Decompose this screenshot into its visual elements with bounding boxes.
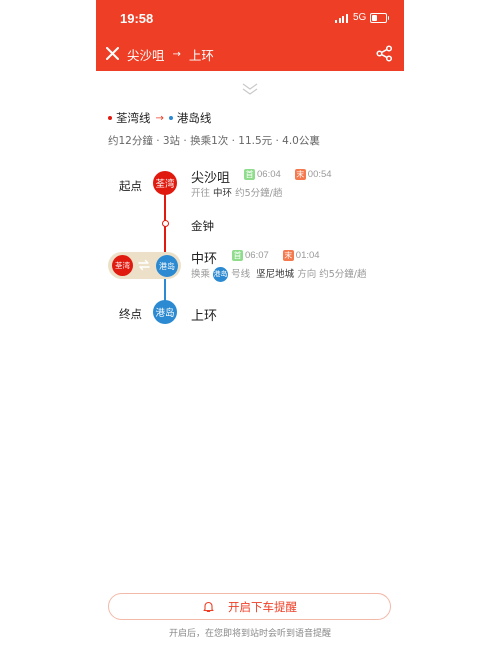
end-station-badge: 港岛 — [153, 300, 177, 324]
line-suffix: 号线 — [231, 269, 251, 280]
first-train-time: 06:04 — [257, 169, 281, 180]
expand-chevron-icon[interactable] — [241, 82, 259, 96]
direction-label: 方向 — [297, 269, 317, 280]
start-station-name[interactable]: 尖沙咀 — [191, 167, 230, 186]
share-icon[interactable] — [376, 45, 393, 62]
start-station-badge: 荃湾 — [153, 171, 177, 195]
line1-name: 荃湾线 — [116, 111, 151, 125]
mid-station-name[interactable]: 金钟 — [191, 218, 214, 234]
signal-icon — [335, 14, 349, 23]
mid-stop-dot — [162, 220, 169, 227]
last-train-tag: 末 — [294, 169, 306, 180]
start-label: 起点 — [119, 179, 142, 193]
start-station-times: 首 06:04 末 00:54 — [244, 169, 332, 180]
battery-icon — [370, 13, 389, 23]
frequency: 约5分鐘/趟 — [319, 269, 367, 280]
first-train-tag: 首 — [232, 250, 243, 261]
route-arrow: → — [172, 49, 181, 60]
last-train-time: 00:54 — [307, 169, 332, 180]
bell-icon — [203, 601, 214, 613]
phone-screen: 19:58 5G 尖沙咀 → 上环 荃湾线 → 港岛线 约12分鐘 · 3站 ·… — [96, 0, 404, 652]
end-station-name[interactable]: 上环 — [191, 305, 217, 324]
transfer-station-times: 首 06:07 末 01:04 — [232, 250, 320, 261]
direction-station: 坚尼地城 — [256, 269, 295, 280]
transfer-to-badge: 港岛 — [156, 255, 178, 277]
toward-station: 中环 — [213, 188, 233, 199]
transfer-station-name[interactable]: 中环 — [191, 248, 217, 267]
line2-name: 港岛线 — [176, 111, 212, 125]
line1-dot — [108, 116, 112, 120]
alight-reminder-button[interactable]: 开启下车提醒 — [108, 593, 391, 620]
app-header: 19:58 5G 尖沙咀 → 上环 — [96, 0, 404, 71]
line2-dot — [168, 116, 173, 120]
frequency: 约5分鐘/趟 — [235, 188, 283, 199]
last-train-tag: 末 — [282, 250, 294, 261]
screen-background: 19:58 5G 尖沙咀 → 上环 荃湾线 → 港岛线 约12分鐘 · 3站 ·… — [0, 0, 500, 652]
lines-arrow: → — [155, 112, 164, 124]
transfer-label: 换乘 — [191, 269, 211, 280]
start-station-meta: 开往 中环 约5分鐘/趟 — [191, 185, 282, 199]
route-from: 尖沙咀 — [127, 48, 165, 63]
alight-reminder-label: 开启下车提醒 — [228, 599, 297, 614]
transfer-line-badge: 港岛 — [213, 267, 229, 282]
alight-reminder-note: 开启后，在您即将到站时会听到语音提醒 — [168, 629, 331, 639]
first-train-tag: 首 — [244, 169, 255, 180]
route-title: 尖沙咀 → 上环 — [127, 45, 214, 64]
network-type: 5G — [353, 12, 367, 23]
end-label: 终点 — [119, 307, 142, 321]
route-lines: 荃湾线 → 港岛线 — [108, 110, 211, 126]
swap-icon — [138, 259, 150, 271]
route-to: 上环 — [188, 48, 214, 63]
first-train-time: 06:07 — [245, 250, 269, 261]
status-time: 19:58 — [120, 11, 154, 26]
transfer-from-badge: 荃湾 — [112, 255, 133, 276]
transfer-meta: 换乘 港岛 号线 坚尼地城 方向 约5分鐘/趟 — [191, 266, 366, 282]
close-icon[interactable] — [106, 47, 119, 60]
route-summary: 约12分鐘 · 3站 · 换乘1次 · 11.5元 · 4.0公裏 — [108, 135, 320, 147]
toward-label: 开往 — [191, 188, 211, 199]
last-train-time: 01:04 — [295, 250, 320, 261]
